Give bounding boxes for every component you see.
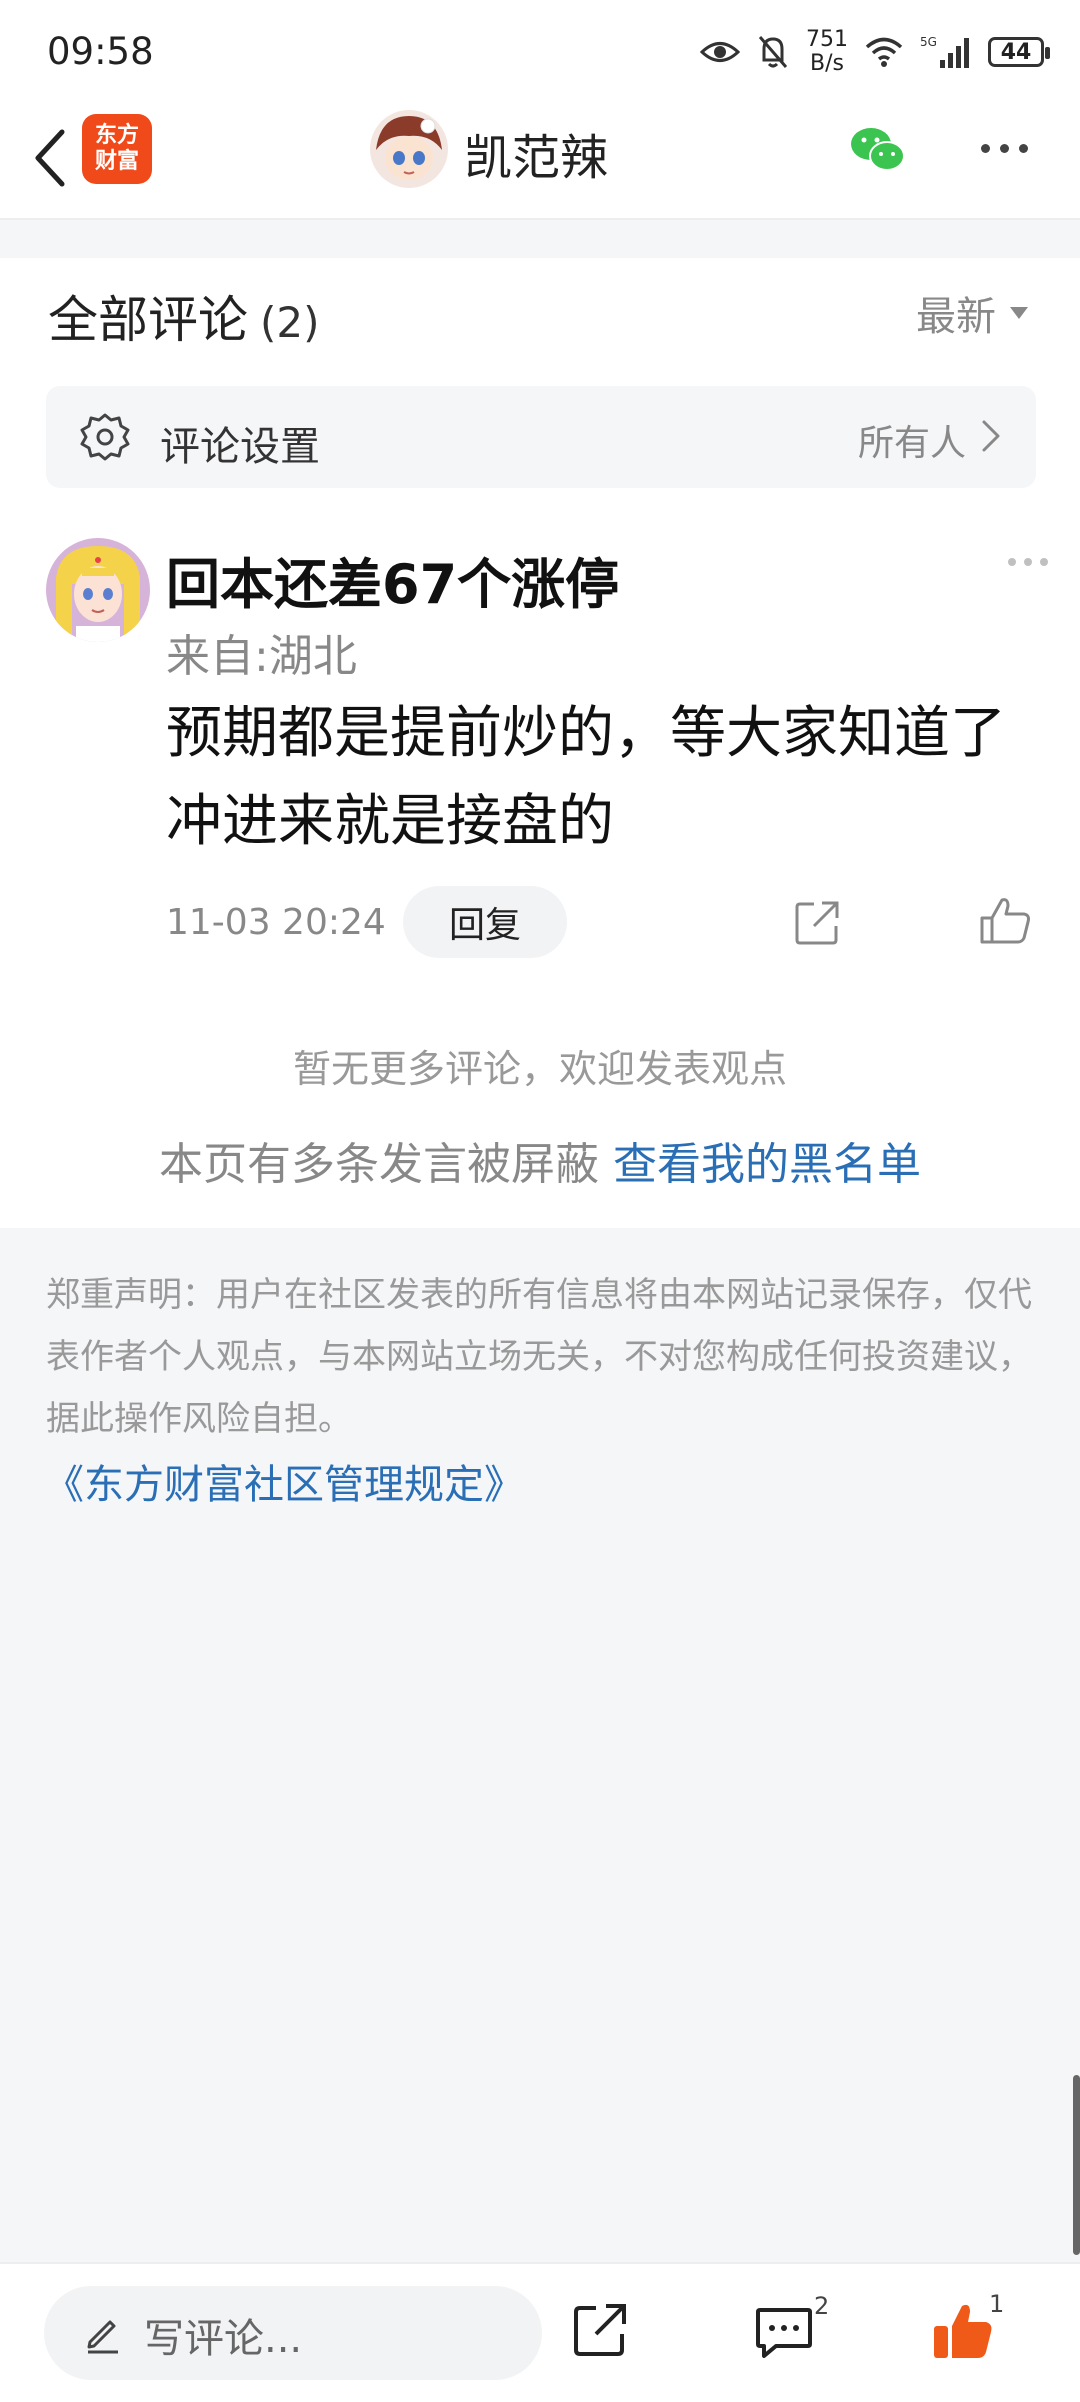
comment-more-icon[interactable] <box>1008 558 1048 566</box>
comments-section: 全部评论 (2) 最新 评论设置 所有人 回本还差67个涨停 来自:湖北 预期都… <box>0 258 1080 1228</box>
sort-label: 最新 <box>916 294 996 340</box>
pencil-icon <box>87 2320 118 2354</box>
sort-dropdown[interactable]: 最新 <box>916 284 1028 342</box>
commenter-location: 来自:湖北 <box>166 631 357 682</box>
comment-input[interactable]: 写评论... <box>44 2286 542 2380</box>
share-icon[interactable] <box>792 898 842 948</box>
disclaimer-text: 郑重声明：用户在社区发表的所有信息将由本网站记录保存，仅代表作者个人观点，与本网… <box>46 1275 1032 1439</box>
triangle-down-icon <box>1010 307 1028 319</box>
commenter-avatar[interactable] <box>46 538 150 642</box>
back-icon[interactable] <box>20 118 80 198</box>
status-icons: 751 B/s 5G 44 <box>700 22 1050 82</box>
settings-label: 评论设置 <box>160 424 320 470</box>
comment-icon[interactable] <box>754 2304 814 2360</box>
scrollbar[interactable] <box>1073 2075 1080 2255</box>
wifi-icon <box>865 37 903 67</box>
comments-title: 全部评论 <box>48 291 248 349</box>
signal-5g-icon: 5G <box>920 35 969 68</box>
thumbs-up-icon[interactable] <box>930 2298 996 2364</box>
community-rules-link[interactable]: 《东方财富社区管理规定》 <box>44 1452 524 1510</box>
no-more-comments: 暂无更多评论，欢迎发表观点 <box>292 1047 787 1091</box>
gear-icon <box>80 413 130 461</box>
comment-count-badge: 2 <box>814 2292 830 2320</box>
wechat-icon[interactable] <box>848 120 908 180</box>
comment-time: 11-03 20:24 <box>166 902 386 943</box>
like-count-badge: 1 <box>989 2290 1005 2318</box>
comment-text: 预期都是提前炒的，等大家知道了冲进来就是接盘的 <box>166 701 1006 854</box>
chevron-right-icon <box>982 420 1000 452</box>
blocked-notice: 本页有多条发言被屏蔽 查看我的黑名单 <box>0 1128 1080 1192</box>
share-icon[interactable] <box>572 2302 628 2358</box>
bottom-action-bar: 写评论... 2 1 <box>0 2262 1080 2402</box>
thumbs-up-icon[interactable] <box>978 894 1032 948</box>
more-icon[interactable] <box>974 128 1034 168</box>
top-nav-bar: 东方 财富 凯范辣 <box>0 100 1080 220</box>
comment-settings-row[interactable]: 评论设置 所有人 <box>46 386 1036 488</box>
status-time: 09:58 <box>47 30 154 73</box>
comments-header: 全部评论 (2) <box>48 280 320 352</box>
settings-value: 所有人 <box>857 423 966 464</box>
status-bar: 09:58 751 B/s 5G 44 <box>0 0 1080 100</box>
page-title: 凯范辣 <box>464 130 609 186</box>
bell-off-icon <box>758 36 788 68</box>
svg-text:5G: 5G <box>920 35 937 49</box>
reply-button[interactable]: 回复 <box>403 886 567 958</box>
app-logo[interactable]: 东方 财富 <box>82 114 152 184</box>
comments-count: (2) <box>260 298 320 347</box>
commenter-name[interactable]: 回本还差67个涨停 <box>166 540 619 619</box>
eye-icon <box>700 42 740 62</box>
blacklist-link[interactable]: 查看我的黑名单 <box>613 1139 921 1190</box>
author-avatar[interactable] <box>370 110 448 188</box>
net-speed: 751 B/s <box>806 27 848 76</box>
comment-placeholder: 写评论... <box>144 2316 303 2362</box>
battery-icon: 44 <box>988 37 1050 67</box>
blocked-text: 本页有多条发言被屏蔽 <box>159 1139 613 1190</box>
